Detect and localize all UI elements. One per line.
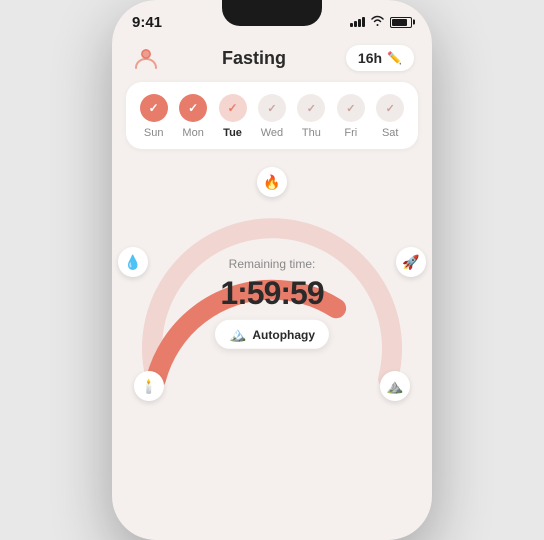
autophagy-badge[interactable]: 🏔️ Autophagy [215,320,329,349]
battery-icon [390,17,412,28]
day-label-sun: Sun [144,127,164,139]
status-time: 9:41 [132,14,162,31]
duration-text: 16h [358,50,382,66]
milestone-4: 🚀 [396,247,426,277]
milestone-3: 🔥 [257,167,287,197]
autophagy-text: Autophagy [252,327,315,341]
milestone-2: 💧 [118,247,148,277]
day-check-fri: ✓ [337,94,365,122]
day-thu[interactable]: ✓ Thu [297,94,325,139]
day-check-wed: ✓ [258,94,286,122]
remaining-label: Remaining time: [229,257,316,271]
day-label-sat: Sat [382,127,399,139]
day-fri[interactable]: ✓ Fri [337,94,365,139]
autophagy-icon: 🏔️ [229,326,246,343]
day-check-mon: ✓ [179,94,207,122]
timer-content: Remaining time: 1:59:59 🏔️ Autophagy [215,257,329,349]
days-container: ✓ Sun ✓ Mon ✓ Tue ✓ Wed [126,82,418,149]
avatar-icon[interactable] [130,42,162,74]
day-tue[interactable]: ✓ Tue [219,94,247,139]
app-title: Fasting [222,48,286,69]
timer-section: 🕯️ 💧 🔥 🚀 ⛰️ Remaining time: 1:59:59 🏔️ A… [112,159,432,419]
timer-display: 1:59:59 [220,275,323,312]
edit-icon: ✏️ [387,51,402,65]
day-mon[interactable]: ✓ Mon [179,94,207,139]
notch [222,0,322,26]
day-label-mon: Mon [182,127,203,139]
day-wed[interactable]: ✓ Wed [258,94,286,139]
day-check-thu: ✓ [297,94,325,122]
day-label-thu: Thu [302,127,321,139]
milestone-1: 🕯️ [134,371,164,401]
wifi-icon [370,15,385,29]
signal-icon [350,17,365,27]
day-label-tue: Tue [223,127,242,139]
phone-screen: 9:41 [112,0,432,540]
day-check-tue: ✓ [219,94,247,122]
day-sat[interactable]: ✓ Sat [376,94,404,139]
day-sun[interactable]: ✓ Sun [140,94,168,139]
day-check-sat: ✓ [376,94,404,122]
day-label-fri: Fri [344,127,357,139]
status-icons [350,15,412,29]
day-check-sun: ✓ [140,94,168,122]
phone-frame: 9:41 [112,0,432,540]
duration-badge[interactable]: 16h ✏️ [346,45,414,71]
app-header: Fasting 16h ✏️ [112,36,432,82]
day-label-wed: Wed [261,127,283,139]
milestone-5: ⛰️ [380,371,410,401]
